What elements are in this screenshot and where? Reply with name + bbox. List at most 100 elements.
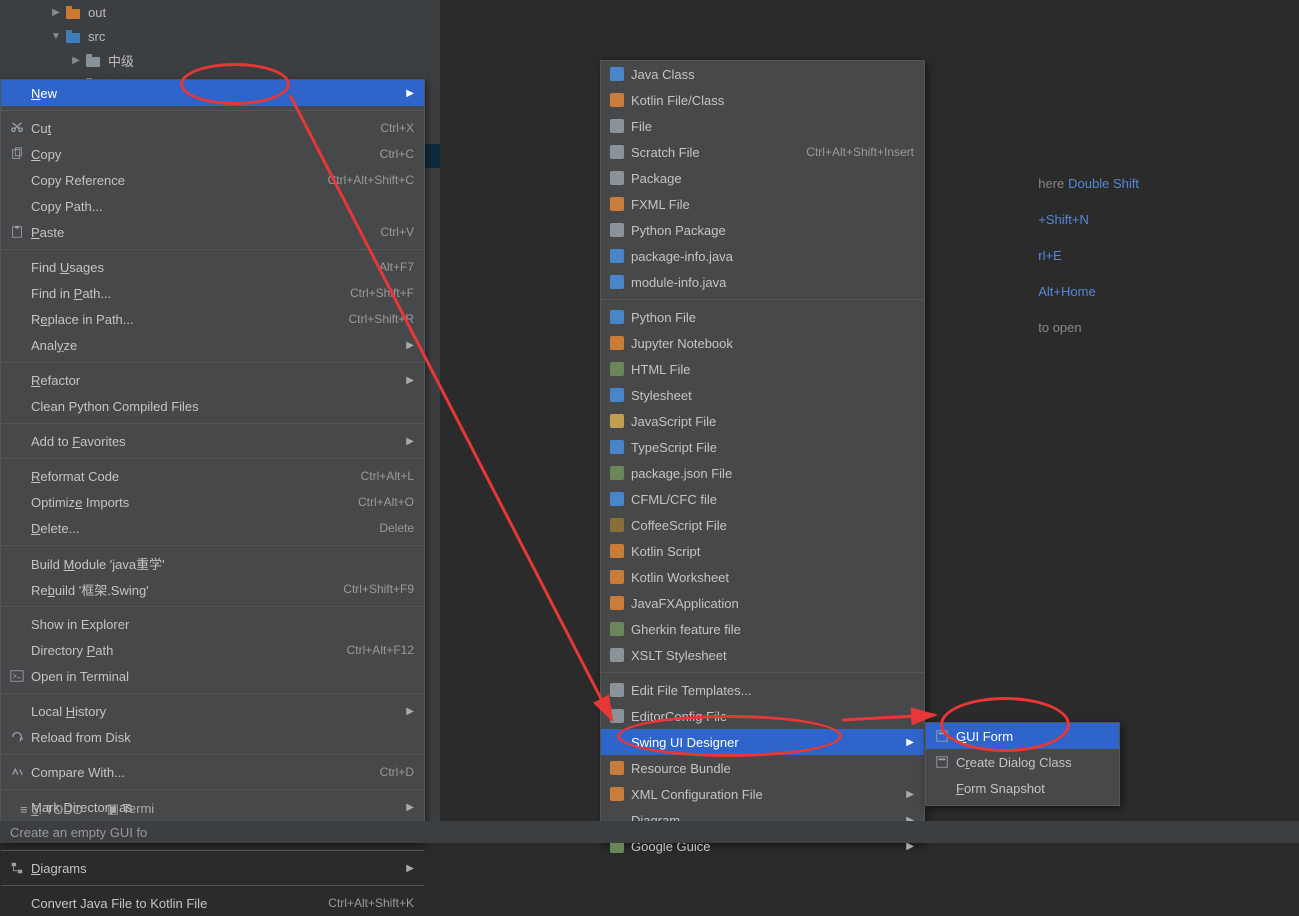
menu-item-java-class[interactable]: Java Class: [601, 61, 924, 87]
menu-item-label: Build Module 'java重学': [31, 554, 165, 573]
orange-icon: [66, 5, 82, 19]
menu-item-gui-form[interactable]: GUI Form: [926, 723, 1119, 749]
editor-hints: here Double Shift +Shift+N rl+E Alt+Home…: [1038, 175, 1139, 355]
menu-item-swing-ui-designer[interactable]: Swing UI Designer▶: [601, 729, 924, 755]
menu-item-kotlin-file-class[interactable]: Kotlin File/Class: [601, 87, 924, 113]
menu-separator: [1, 789, 424, 790]
menu-item-copy-path[interactable]: Copy Path...: [1, 193, 424, 219]
menu-item-create-dialog-class[interactable]: Create Dialog Class: [926, 749, 1119, 775]
menu-item-package[interactable]: Package: [601, 165, 924, 191]
menu-item-new[interactable]: New▶: [1, 80, 424, 106]
menu-item-html-file[interactable]: HTML File: [601, 356, 924, 382]
menu-item-label: Local History: [31, 704, 106, 719]
menu-item-diagrams[interactable]: Diagrams▶: [1, 855, 424, 881]
terminal-tool-button[interactable]: ▣ Termi: [107, 801, 154, 817]
tree-arrow-icon[interactable]: ▶: [46, 7, 66, 18]
menu-separator: [1, 362, 424, 363]
menu-item-resource-bundle[interactable]: Resource Bundle: [601, 755, 924, 781]
menu-item-optimize-imports[interactable]: Optimize ImportsCtrl+Alt+O: [1, 489, 424, 515]
menu-item-label: Kotlin Worksheet: [631, 570, 729, 585]
menu-item-kotlin-script[interactable]: Kotlin Script: [601, 538, 924, 564]
blank-icon: [9, 433, 25, 449]
menu-item-cut[interactable]: CutCtrl+X: [1, 115, 424, 141]
menu-item-label: Python File: [631, 310, 696, 325]
menu-item-add-to-favorites[interactable]: Add to Favorites▶: [1, 428, 424, 454]
menu-item-kotlin-worksheet[interactable]: Kotlin Worksheet: [601, 564, 924, 590]
submenu-arrow-icon: ▶: [906, 789, 914, 800]
menu-item-editorconfig-file[interactable]: EditorConfig File: [601, 703, 924, 729]
blank-icon: [9, 198, 25, 214]
menu-item-reload-from-disk[interactable]: Reload from Disk: [1, 724, 424, 750]
menu-item-scratch-file[interactable]: Scratch FileCtrl+Alt+Shift+Insert: [601, 139, 924, 165]
menu-item-compare-with[interactable]: Compare With...Ctrl+D: [1, 759, 424, 785]
tree-item-out[interactable]: ▶ out: [0, 0, 440, 24]
menu-item-gherkin-feature-file[interactable]: Gherkin feature file: [601, 616, 924, 642]
grey-icon: [86, 53, 102, 67]
tree-item-label: 中级: [108, 51, 134, 70]
menu-item-xml-configuration-file[interactable]: XML Configuration File▶: [601, 781, 924, 807]
menu-item-shortcut: Ctrl+Alt+Shift+Insert: [806, 145, 914, 159]
menu-item-replace-in-path[interactable]: Replace in Path...Ctrl+Shift+R: [1, 306, 424, 332]
menu-item-find-usages[interactable]: Find UsagesAlt+F7: [1, 254, 424, 280]
menu-item-python-file[interactable]: Python File: [601, 304, 924, 330]
menu-separator: [1, 693, 424, 694]
form-icon: [934, 728, 950, 744]
src-icon: [66, 29, 82, 43]
compare-icon: [9, 764, 25, 780]
kt-icon: [609, 92, 625, 108]
menu-item-label: Find Usages: [31, 260, 104, 275]
menu-separator: [1, 110, 424, 111]
menu-item-javascript-file[interactable]: JavaScript File: [601, 408, 924, 434]
submenu-arrow-icon: ▶: [406, 436, 414, 447]
menu-item-local-history[interactable]: Local History▶: [1, 698, 424, 724]
menu-item-jupyter-notebook[interactable]: Jupyter Notebook: [601, 330, 924, 356]
file-icon: [609, 118, 625, 134]
menu-separator: [601, 672, 924, 673]
swing-ui-designer-submenu: GUI FormCreate Dialog ClassForm Snapshot: [925, 722, 1120, 806]
menu-item-refactor[interactable]: Refactor▶: [1, 367, 424, 393]
blank-icon: [9, 555, 25, 571]
menu-item-file[interactable]: File: [601, 113, 924, 139]
menu-item-directory-path[interactable]: Directory PathCtrl+Alt+F12: [1, 637, 424, 663]
tree-arrow-icon[interactable]: ▼: [46, 31, 66, 42]
css-icon: [609, 387, 625, 403]
todo-tool-button[interactable]: ≡ 66: TODO: TODO: [20, 802, 83, 817]
menu-item-convert-java-file-to-kotlin-file[interactable]: Convert Java File to Kotlin FileCtrl+Alt…: [1, 890, 424, 916]
status-bar: Create an empty GUI fo: [0, 821, 1299, 843]
pkg-icon: [609, 170, 625, 186]
menu-item-open-in-terminal[interactable]: Open in Terminal: [1, 663, 424, 689]
menu-item-paste[interactable]: PasteCtrl+V: [1, 219, 424, 245]
menu-item-rebuild-swing[interactable]: Rebuild '框架.Swing'Ctrl+Shift+F9: [1, 576, 424, 602]
menu-item-clean-python-compiled-files[interactable]: Clean Python Compiled Files: [1, 393, 424, 419]
menu-item-reformat-code[interactable]: Reformat CodeCtrl+Alt+L: [1, 463, 424, 489]
menu-item-typescript-file[interactable]: TypeScript File: [601, 434, 924, 460]
menu-separator: [1, 423, 424, 424]
menu-item-edit-file-templates[interactable]: Edit File Templates...: [601, 677, 924, 703]
menu-item-copy-reference[interactable]: Copy ReferenceCtrl+Alt+Shift+C: [1, 167, 424, 193]
menu-item-fxml-file[interactable]: FXML File: [601, 191, 924, 217]
menu-item-build-module-java[interactable]: Build Module 'java重学': [1, 550, 424, 576]
menu-item-label: Directory Path: [31, 643, 113, 658]
tree-arrow-icon[interactable]: ▶: [66, 55, 86, 66]
menu-item-python-package[interactable]: Python Package: [601, 217, 924, 243]
menu-item-cfml-cfc-file[interactable]: CFML/CFC file: [601, 486, 924, 512]
menu-item-find-in-path[interactable]: Find in Path...Ctrl+Shift+F: [1, 280, 424, 306]
menu-item-package-info-java[interactable]: package-info.java: [601, 243, 924, 269]
menu-item-stylesheet[interactable]: Stylesheet: [601, 382, 924, 408]
menu-item-copy[interactable]: CopyCtrl+C: [1, 141, 424, 167]
tree-item-src[interactable]: ▼src: [0, 24, 440, 48]
menu-item-package-json-file[interactable]: package.json File: [601, 460, 924, 486]
menu-item-javafxapplication[interactable]: JavaFXApplication: [601, 590, 924, 616]
menu-item-analyze[interactable]: Analyze▶: [1, 332, 424, 358]
menu-item-label: Resource Bundle: [631, 761, 731, 776]
tree-item-中级[interactable]: ▶ 中级: [0, 48, 440, 72]
scratch-icon: [609, 144, 625, 160]
tree-item-label: out: [88, 5, 106, 20]
menu-item-coffeescript-file[interactable]: CoffeeScript File: [601, 512, 924, 538]
menu-item-module-info-java[interactable]: module-info.java: [601, 269, 924, 295]
menu-item-show-in-explorer[interactable]: Show in Explorer: [1, 611, 424, 637]
menu-item-label: Cut: [31, 121, 51, 136]
menu-item-form-snapshot[interactable]: Form Snapshot: [926, 775, 1119, 801]
menu-item-delete[interactable]: Delete...Delete: [1, 515, 424, 541]
menu-item-xslt-stylesheet[interactable]: XSLT Stylesheet: [601, 642, 924, 668]
